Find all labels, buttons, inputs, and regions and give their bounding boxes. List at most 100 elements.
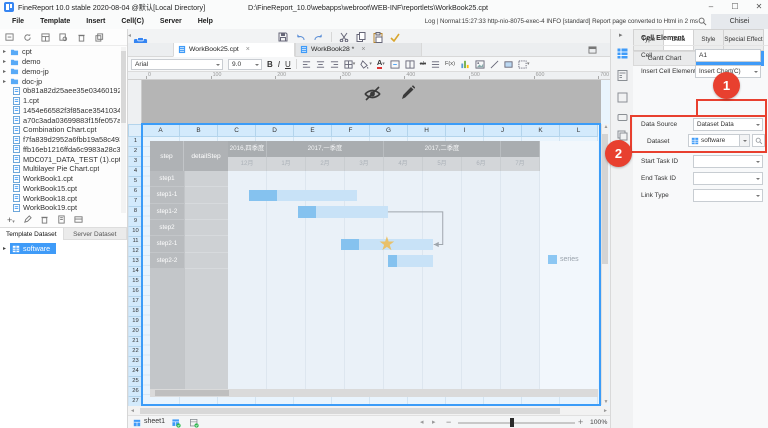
row-header-14[interactable]: 14 bbox=[128, 267, 142, 277]
tree-item-demo-jp[interactable]: ▸demo-jp bbox=[1, 67, 120, 77]
redo-icon[interactable] bbox=[313, 32, 324, 42]
dataset-select-caret[interactable] bbox=[739, 134, 750, 147]
row-header-25[interactable]: 25 bbox=[128, 377, 142, 387]
format-painter-icon[interactable] bbox=[390, 32, 400, 42]
start-task-id-select[interactable] bbox=[693, 155, 763, 168]
zoom-in-button[interactable]: + bbox=[578, 417, 583, 427]
font-size-select[interactable]: 9.0 bbox=[228, 59, 262, 70]
cell-attributes-icon[interactable] bbox=[617, 70, 628, 81]
menu-item-server[interactable]: Server bbox=[152, 18, 190, 25]
column-header-j[interactable]: J bbox=[484, 124, 522, 137]
row-header-10[interactable]: 10 bbox=[128, 227, 142, 237]
row-header-5[interactable]: 5 bbox=[128, 177, 142, 187]
tab-special-effect[interactable]: Special Effect bbox=[724, 29, 764, 51]
doc-tab-workbook25[interactable]: WorkBook25.cpt × bbox=[173, 43, 295, 57]
align-center-icon[interactable] bbox=[316, 60, 325, 69]
column-header-f[interactable]: F bbox=[332, 124, 370, 137]
expand-caret-icon[interactable]: ▸ bbox=[3, 48, 9, 55]
sheet-next-icon[interactable]: ▸ bbox=[432, 418, 436, 426]
column-header-g[interactable]: G bbox=[370, 124, 408, 137]
cut-icon[interactable] bbox=[339, 32, 349, 42]
sheet-tab[interactable]: sheet1 bbox=[144, 418, 165, 425]
column-header-l[interactable]: L bbox=[560, 124, 598, 137]
font-family-select[interactable]: Arial bbox=[131, 59, 223, 70]
scroll-left-icon[interactable]: ◄ bbox=[130, 408, 135, 414]
tab-template-dataset[interactable]: Template Dataset bbox=[0, 227, 64, 240]
scroll-down-icon[interactable]: ▼ bbox=[604, 399, 609, 405]
tree-item-workbook1-cpt[interactable]: WorkBook1.cpt bbox=[1, 174, 120, 184]
tree-item-f7fa839d2952a6fbb19a58c49364185[interactable]: f7fa839d2952a6fbb19a58c49364185 bbox=[1, 135, 120, 145]
close-tab-icon[interactable]: × bbox=[246, 46, 250, 53]
delete-icon[interactable] bbox=[77, 33, 86, 42]
tree-item-workbook18-cpt[interactable]: WorkBook18.cpt bbox=[1, 193, 120, 203]
strikethrough-button[interactable]: ab bbox=[420, 61, 426, 67]
menu-item-cellc[interactable]: Cell(C) bbox=[113, 18, 152, 25]
underline-button[interactable]: U bbox=[285, 59, 291, 70]
row-header-11[interactable]: 11 bbox=[128, 237, 142, 247]
column-header-b[interactable]: B bbox=[180, 124, 218, 137]
zoom-slider-handle[interactable] bbox=[510, 418, 514, 427]
tree-item-multilayer-pie-chart-cpt[interactable]: Multilayer Pie Chart.cpt bbox=[1, 164, 120, 174]
add-grid-sheet-icon[interactable] bbox=[172, 419, 181, 428]
menu-item-insert[interactable]: Insert bbox=[78, 18, 113, 25]
column-header-a[interactable]: A bbox=[142, 124, 180, 137]
add-board-sheet-icon[interactable] bbox=[190, 419, 199, 428]
align-left-icon[interactable] bbox=[302, 60, 311, 69]
tree-item-ffb16eb1216ffda6c9983a28c38edeb[interactable]: ffb16eb1216ffda6c9983a28c38edeb bbox=[1, 145, 120, 155]
search-icon[interactable] bbox=[698, 17, 707, 26]
maximize-button[interactable]: ☐ bbox=[727, 1, 743, 13]
tree-item-demo[interactable]: ▸demo bbox=[1, 57, 120, 67]
row-header-12[interactable]: 12 bbox=[128, 247, 142, 257]
tab-server-dataset[interactable]: Server Dataset bbox=[64, 227, 128, 240]
edit-dataset-icon[interactable] bbox=[23, 215, 32, 224]
row-header-3[interactable]: 3 bbox=[128, 157, 142, 167]
close-tab-icon[interactable]: × bbox=[361, 46, 365, 53]
tree-item-combination-chart-cpt[interactable]: Combination Chart.cpt bbox=[1, 125, 120, 135]
expand-caret-icon[interactable]: ▸ bbox=[3, 78, 9, 85]
preview-dataset-icon[interactable] bbox=[57, 215, 66, 224]
insert-widget-icon[interactable] bbox=[504, 60, 513, 69]
column-header-d[interactable]: D bbox=[256, 124, 294, 137]
line-spacing-icon[interactable] bbox=[431, 60, 440, 69]
insert-chart-icon[interactable] bbox=[460, 59, 470, 69]
row-header-23[interactable]: 23 bbox=[128, 357, 142, 367]
formula-button[interactable]: F(x) bbox=[445, 61, 455, 67]
border-select[interactable]: ▾ bbox=[344, 60, 356, 69]
menu-item-template[interactable]: Template bbox=[32, 18, 78, 25]
row-header-17[interactable]: 17 bbox=[128, 297, 142, 307]
add-dataset-button[interactable]: +▾ bbox=[7, 215, 15, 225]
row-header-26[interactable]: 26 bbox=[128, 387, 142, 397]
chart-legend[interactable]: series bbox=[548, 255, 579, 264]
scroll-right-icon[interactable]: ► bbox=[603, 408, 608, 414]
paste-icon[interactable] bbox=[373, 32, 383, 43]
scroll-up-icon[interactable]: ▲ bbox=[604, 124, 609, 130]
tab-style[interactable]: Style bbox=[694, 29, 724, 51]
user-account[interactable]: Chisei bbox=[711, 14, 768, 29]
expand-caret-icon[interactable]: ▸ bbox=[0, 245, 10, 252]
column-header-e[interactable]: E bbox=[294, 124, 332, 137]
cell-element-icon[interactable] bbox=[617, 48, 628, 59]
close-button[interactable]: ✕ bbox=[751, 1, 767, 13]
sheet-prev-icon[interactable]: ◂ bbox=[420, 418, 424, 426]
row-header-1[interactable]: 1 bbox=[128, 137, 142, 147]
select-all-corner[interactable] bbox=[128, 124, 142, 137]
align-right-icon[interactable] bbox=[330, 60, 339, 69]
save-icon[interactable] bbox=[278, 32, 288, 42]
menu-item-file[interactable]: File bbox=[4, 18, 32, 25]
switch-view-icon[interactable] bbox=[74, 215, 83, 224]
expand-caret-icon[interactable]: ▸ bbox=[3, 68, 9, 75]
tree-item-mdc071-data-test-1-cpt[interactable]: MDC071_DATA_TEST (1).cpt bbox=[1, 154, 120, 164]
link-type-select[interactable] bbox=[693, 189, 763, 202]
undo-icon[interactable] bbox=[295, 32, 306, 42]
column-header-h[interactable]: H bbox=[408, 124, 446, 137]
insert-line-icon[interactable] bbox=[490, 60, 499, 69]
row-header-7[interactable]: 7 bbox=[128, 197, 142, 207]
insert-image-icon[interactable] bbox=[475, 60, 485, 69]
row-header-4[interactable]: 4 bbox=[128, 167, 142, 177]
zoom-slider[interactable] bbox=[458, 422, 575, 424]
gantt-chart[interactable]: step detailStep 2016,四季度2017,一季度2017,二季度… bbox=[150, 141, 598, 397]
row-header-24[interactable]: 24 bbox=[128, 367, 142, 377]
menu-item-help[interactable]: Help bbox=[190, 18, 221, 25]
row-header-9[interactable]: 9 bbox=[128, 217, 142, 227]
merge-cells-icon[interactable] bbox=[390, 60, 400, 69]
